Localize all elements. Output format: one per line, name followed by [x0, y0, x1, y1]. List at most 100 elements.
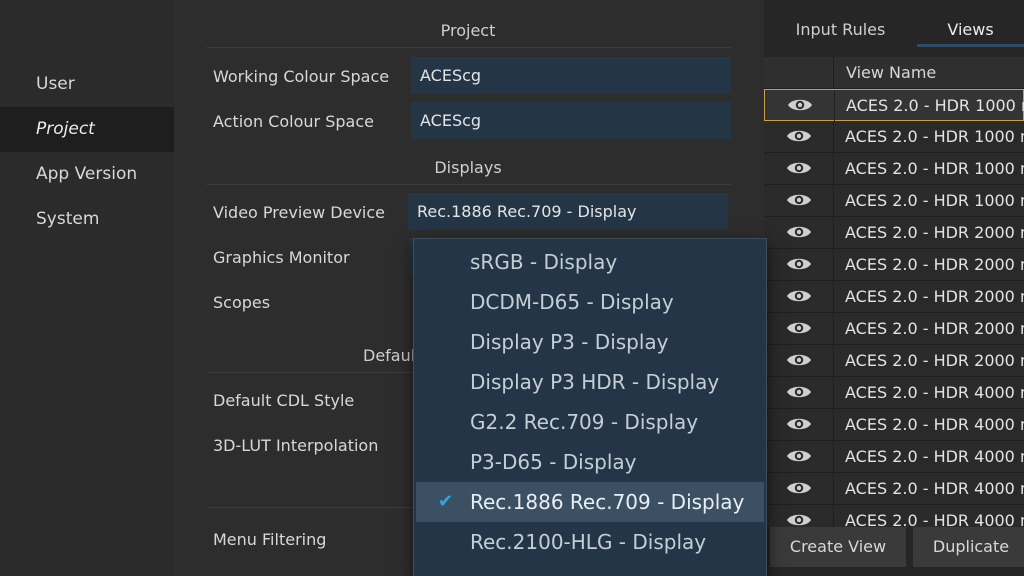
sidebar: User Project App Version System — [0, 0, 174, 576]
dropdown-option[interactable]: Display P3 - Display — [416, 322, 764, 362]
dropdown-option-label: P3-D65 - Display — [470, 450, 637, 474]
dropdown-option-label: DCDM-D65 - Display — [470, 290, 674, 314]
table-row[interactable]: ACES 2.0 - HDR 4000 ni — [764, 377, 1024, 409]
visibility-cell[interactable] — [764, 217, 834, 248]
visibility-cell[interactable] — [764, 249, 834, 280]
dropdown-option[interactable]: ✔ Rec.1886 Rec.709 - Display — [416, 482, 764, 522]
view-name-cell: ACES 2.0 - HDR 2000 ni — [845, 223, 1024, 242]
sidebar-item-label: Project — [36, 119, 95, 139]
tab-input-rules[interactable]: Input Rules — [764, 0, 917, 47]
table-header: View Name — [764, 57, 1024, 89]
views-panel: Input Rules Views View Name ACES 2.0 - H… — [764, 0, 1024, 576]
table-row[interactable]: ACES 2.0 - HDR 2000 ni — [764, 281, 1024, 313]
table-row[interactable]: ACES 2.0 - HDR 2000 ni — [764, 313, 1024, 345]
active-tab-indicator — [917, 44, 1024, 47]
eye-icon[interactable] — [786, 351, 812, 373]
view-name-cell: ACES 2.0 - HDR 4000 ni — [845, 479, 1024, 498]
eye-icon[interactable] — [786, 383, 812, 405]
view-name-cell: ACES 2.0 - HDR 2000 ni — [845, 319, 1024, 338]
visibility-cell[interactable] — [764, 185, 834, 216]
visibility-cell[interactable] — [764, 345, 834, 376]
graphics-monitor-label: Graphics Monitor — [213, 248, 350, 267]
visibility-cell[interactable] — [764, 281, 834, 312]
view-name-cell: ACES 2.0 - HDR 1000 ni — [845, 159, 1024, 178]
dropdown-option-label: Display P3 - Display — [470, 330, 669, 354]
visibility-cell[interactable] — [765, 90, 835, 121]
dropdown-option-label: Rec.1886 Rec.709 - Display — [470, 490, 745, 514]
sidebar-item-user[interactable]: User — [0, 62, 174, 107]
view-name-cell: ACES 2.0 - HDR 4000 ni — [845, 415, 1024, 434]
display-dropdown-list: sRGB - Display DCDM-D65 - Display Display … — [413, 238, 767, 576]
header-eye-cell — [764, 57, 834, 89]
eye-icon[interactable] — [786, 511, 812, 527]
create-view-button[interactable]: Create View — [770, 527, 906, 567]
sidebar-item-project[interactable]: Project — [0, 107, 174, 152]
action-colour-space-field[interactable]: ACEScg — [411, 102, 731, 139]
dropdown-option[interactable]: Rec.2100-HLG - Display — [416, 522, 764, 562]
dropdown-option-label: G2.2 Rec.709 - Display — [470, 410, 699, 434]
menu-filtering-label: Menu Filtering — [213, 530, 327, 549]
dropdown-option-label: Rec.2100-HLG - Display — [470, 530, 707, 554]
eye-icon[interactable] — [786, 255, 812, 277]
duplicate-button[interactable]: Duplicate — [913, 527, 1024, 567]
table-row[interactable]: ACES 2.0 - HDR 4000 ni — [764, 473, 1024, 505]
table-row[interactable]: ACES 2.0 - HDR 1000 ni — [764, 185, 1024, 217]
sidebar-item-app-version[interactable]: App Version — [0, 152, 174, 197]
checkmark-icon: ✔ — [438, 491, 454, 512]
action-colour-space-label: Action Colour Space — [213, 112, 374, 131]
visibility-cell[interactable] — [764, 121, 834, 152]
eye-icon[interactable] — [786, 159, 812, 181]
table-row[interactable]: ACES 2.0 - HDR 1000 ni — [764, 89, 1024, 121]
dropdown-option[interactable]: P3-D65 - Display — [416, 442, 764, 482]
section-title-displays: Displays — [434, 158, 502, 177]
eye-icon[interactable] — [787, 96, 813, 118]
visibility-cell[interactable] — [764, 441, 834, 472]
view-name-cell: ACES 2.0 - HDR 2000 ni — [845, 287, 1024, 306]
eye-icon[interactable] — [786, 287, 812, 309]
eye-icon[interactable] — [786, 191, 812, 213]
table-row[interactable]: ACES 2.0 - HDR 1000 ni — [764, 121, 1024, 153]
dropdown-option[interactable]: G2.2 Rec.709 - Display — [416, 402, 764, 442]
eye-icon[interactable] — [786, 319, 812, 341]
visibility-cell[interactable] — [764, 313, 834, 344]
divider — [207, 47, 731, 48]
dropdown-option[interactable]: DCDM-D65 - Display — [416, 282, 764, 322]
eye-icon[interactable] — [786, 415, 812, 437]
table-row[interactable]: ACES 2.0 - HDR 4000 ni — [764, 505, 1024, 527]
eye-icon[interactable] — [786, 479, 812, 501]
visibility-cell[interactable] — [764, 153, 834, 184]
sidebar-item-system[interactable]: System — [0, 197, 174, 242]
views-table: View Name ACES 2.0 - HDR 1000 ni ACES 2.0… — [764, 57, 1024, 527]
video-preview-device-label: Video Preview Device — [213, 203, 385, 222]
sidebar-item-label: System — [36, 209, 100, 229]
visibility-cell[interactable] — [764, 473, 834, 504]
working-colour-space-label: Working Colour Space — [213, 67, 390, 86]
table-row[interactable]: ACES 2.0 - HDR 4000 ni — [764, 409, 1024, 441]
default-cdl-style-label: Default CDL Style — [213, 391, 355, 410]
table-row[interactable]: ACES 2.0 - HDR 1000 ni — [764, 153, 1024, 185]
tab-views[interactable]: Views — [917, 0, 1024, 47]
table-row[interactable]: ACES 2.0 - HDR 4000 ni — [764, 441, 1024, 473]
sidebar-item-label: User — [36, 74, 75, 94]
lut-interpolation-label: 3D-LUT Interpolation — [213, 436, 379, 455]
view-name-cell: ACES 2.0 - HDR 4000 ni — [845, 511, 1024, 527]
table-row[interactable]: ACES 2.0 - HDR 2000 ni — [764, 345, 1024, 377]
eye-icon[interactable] — [786, 127, 812, 149]
working-colour-space-field[interactable]: ACEScg — [411, 57, 731, 94]
table-row[interactable]: ACES 2.0 - HDR 2000 ni — [764, 217, 1024, 249]
table-row[interactable]: ACES 2.0 - HDR 2000 ni — [764, 249, 1024, 281]
scopes-label: Scopes — [213, 293, 271, 312]
column-header-view-name[interactable]: View Name — [846, 57, 936, 89]
dropdown-option[interactable]: sRGB - Display — [416, 242, 764, 282]
dropdown-option[interactable]: Display P3 HDR - Display — [416, 362, 764, 402]
visibility-cell[interactable] — [764, 377, 834, 408]
view-name-cell: ACES 2.0 - HDR 1000 ni — [846, 96, 1024, 115]
view-name-cell: ACES 2.0 - HDR 2000 ni — [845, 255, 1024, 274]
visibility-cell[interactable] — [764, 505, 834, 527]
eye-icon[interactable] — [786, 223, 812, 245]
view-name-cell: ACES 2.0 - HDR 4000 ni — [845, 383, 1024, 402]
dropdown-option-label: sRGB - Display — [470, 250, 618, 274]
video-preview-device-field[interactable]: Rec.1886 Rec.709 - Display — [408, 193, 728, 230]
eye-icon[interactable] — [786, 447, 812, 469]
visibility-cell[interactable] — [764, 409, 834, 440]
